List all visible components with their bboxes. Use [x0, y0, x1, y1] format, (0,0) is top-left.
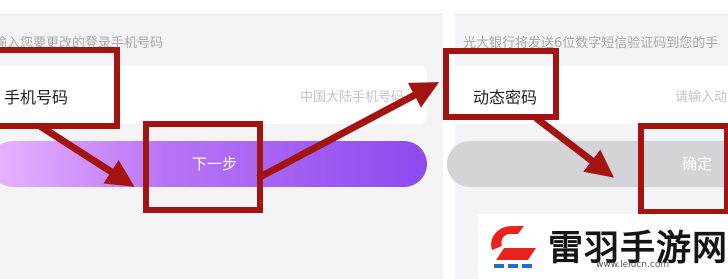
highlight-dynamic-password	[443, 48, 559, 120]
highlight-phone-field	[0, 47, 120, 129]
highlight-next-button	[143, 121, 263, 213]
leiyu-logo-icon	[491, 226, 536, 268]
phone-number-input[interactable]: 中国大陆手机号码	[300, 86, 404, 105]
top-bar	[0, 0, 443, 15]
site-watermark: 雷羽手游网 www.leiucn.com	[478, 214, 728, 279]
top-bar	[455, 0, 728, 15]
panel-divider	[443, 0, 455, 279]
highlight-confirm-button	[638, 123, 728, 215]
watermark-url: www.leiucn.com	[596, 260, 670, 270]
dynamic-password-input[interactable]: 请输入动	[675, 86, 727, 105]
